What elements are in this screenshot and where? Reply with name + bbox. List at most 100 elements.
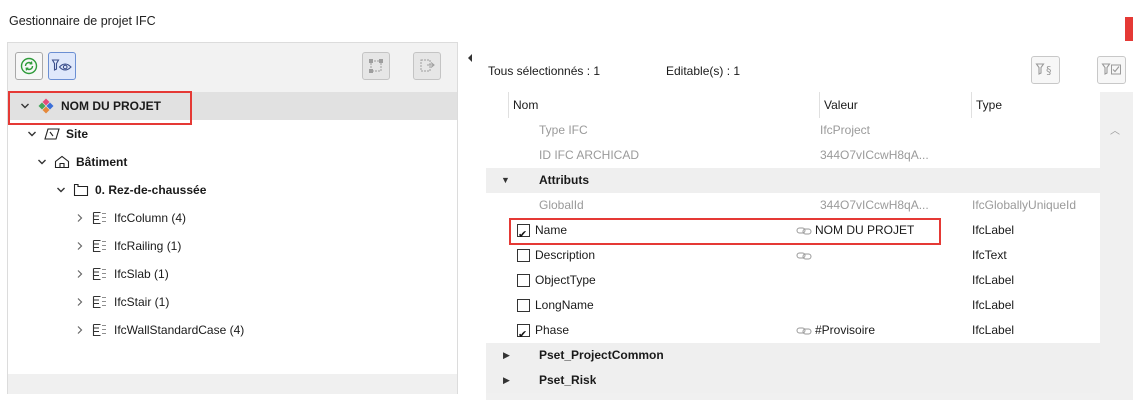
- tree-footer: [8, 374, 457, 394]
- chevron-down-icon[interactable]: [55, 184, 67, 196]
- property-row-description[interactable]: Description IfcText: [486, 243, 1100, 268]
- tree-node-project[interactable]: NOM DU PROJET: [8, 92, 457, 120]
- property-name: ObjectType: [535, 273, 596, 287]
- property-name-wrap: LongName: [517, 293, 594, 318]
- property-name-wrap: ObjectType: [517, 268, 596, 293]
- property-name: GlobalId: [539, 198, 584, 212]
- tree-node-storey[interactable]: 0. Rez-de-chaussée: [8, 176, 457, 204]
- property-row-phase[interactable]: Phase #Provisoire IfcLabel: [486, 318, 1100, 343]
- tree-node-site[interactable]: Site: [8, 120, 457, 148]
- window-title: Gestionnaire de projet IFC: [9, 14, 156, 28]
- tree-node-ifccolumn[interactable]: IfcColumn (4): [8, 204, 457, 232]
- tree-node-ifcwallstandardcase[interactable]: IfcWallStandardCase (4): [8, 316, 457, 344]
- filter-checkbox-icon: [1100, 63, 1121, 75]
- group-row-attributs[interactable]: ▼ Attributs: [486, 168, 1100, 193]
- objecttype-checkbox[interactable]: [517, 274, 530, 288]
- property-row-name[interactable]: Name NOM DU PROJET IfcLabel: [486, 218, 1100, 243]
- element-list-icon: [92, 239, 108, 253]
- filter-view-button[interactable]: [48, 52, 76, 80]
- building-icon: [54, 155, 70, 169]
- property-row-id-ifc-archicad[interactable]: ID IFC ARCHICAD 344O7vICcwH8qA...: [486, 143, 1100, 168]
- group-label: Attributs: [539, 173, 589, 187]
- element-list-icon: [92, 295, 108, 309]
- group-row-pset-projectcommon[interactable]: ▶ Pset_ProjectCommon: [486, 343, 1100, 368]
- chevron-right-icon[interactable]: [74, 240, 86, 252]
- properties-panel: Tous sélectionnés : 1 Editable(s) : 1 § …: [476, 42, 1133, 400]
- properties-grid: Nom Valeur Type Type IFC IfcProject ID I…: [486, 92, 1133, 400]
- property-value: #Provisoire: [815, 323, 876, 337]
- property-row-objecttype[interactable]: ObjectType IfcLabel: [486, 268, 1100, 293]
- chevron-down-icon[interactable]: [26, 128, 38, 140]
- grid-header: Nom Valeur Type: [486, 92, 1100, 118]
- collapse-arrow-icon[interactable]: [468, 54, 472, 62]
- property-value-wrap[interactable]: NOM DU PROJET: [796, 218, 914, 243]
- close-button[interactable]: [1125, 17, 1133, 41]
- property-row-globalid[interactable]: GlobalId 344O7vICcwH8qA... IfcGloballyUn…: [486, 193, 1100, 218]
- tree-label: IfcSlab (1): [114, 267, 169, 281]
- property-row-type-ifc[interactable]: Type IFC IfcProject: [486, 118, 1100, 143]
- scroll-up-icon[interactable]: ︿: [1110, 122, 1120, 137]
- vertical-scrollbar[interactable]: ︿: [1103, 92, 1133, 400]
- triangle-down-icon[interactable]: ▼: [501, 168, 510, 193]
- tree-label: IfcWallStandardCase (4): [114, 323, 245, 337]
- property-name: ID IFC ARCHICAD: [539, 148, 640, 162]
- link-icon: [796, 227, 812, 235]
- link-icon: [796, 327, 812, 335]
- chevron-down-icon[interactable]: [19, 100, 31, 112]
- selected-count: Tous sélectionnés : 1: [488, 64, 601, 78]
- panel-splitter[interactable]: [461, 42, 475, 400]
- group-row-pset-risk[interactable]: ▶ Pset_Risk: [486, 368, 1100, 393]
- property-value: IfcProject: [820, 123, 871, 137]
- name-checkbox[interactable]: [517, 223, 530, 243]
- column-header-type[interactable]: Type: [971, 92, 1101, 118]
- storey-icon: [73, 183, 89, 197]
- triangle-right-icon[interactable]: ▶: [503, 368, 510, 393]
- tree-label: IfcColumn (4): [114, 211, 187, 225]
- property-name-wrap: Description: [517, 243, 595, 268]
- longname-checkbox[interactable]: [517, 299, 530, 313]
- chevron-right-icon[interactable]: [74, 324, 86, 336]
- column-header-nom[interactable]: Nom: [508, 92, 819, 118]
- property-type: IfcLabel: [972, 273, 1015, 287]
- title-bar: Gestionnaire de projet IFC: [0, 0, 1133, 42]
- export-icon: [420, 59, 435, 72]
- properties-toolbar: Tous sélectionnés : 1 Editable(s) : 1 §: [476, 42, 1133, 90]
- chevron-down-icon[interactable]: [36, 156, 48, 168]
- description-checkbox[interactable]: [517, 249, 530, 263]
- property-value-wrap[interactable]: #Provisoire: [796, 318, 875, 343]
- fit-selection-button[interactable]: [362, 52, 390, 80]
- tree-node-building[interactable]: Bâtiment: [8, 148, 457, 176]
- group-label: Pset_ProjectCommon: [539, 348, 664, 362]
- property-row-longname[interactable]: LongName IfcLabel: [486, 293, 1100, 318]
- editable-count: Editable(s) : 1: [666, 64, 741, 78]
- property-type: IfcLabel: [972, 298, 1015, 312]
- refresh-button[interactable]: [15, 52, 43, 80]
- filter-paragraph-icon: §: [1034, 63, 1051, 77]
- project-icon: [37, 97, 55, 115]
- property-value-wrap[interactable]: [796, 243, 815, 268]
- property-name-wrap: Name: [517, 218, 567, 243]
- triangle-right-icon[interactable]: ▶: [503, 343, 510, 368]
- chevron-right-icon[interactable]: [74, 296, 86, 308]
- element-list-icon: [92, 267, 108, 281]
- tree-node-ifcslab[interactable]: IfcSlab (1): [8, 260, 457, 288]
- export-selection-button[interactable]: [413, 52, 441, 80]
- property-value: 344O7vICcwH8qA...: [820, 148, 929, 162]
- property-name: Type IFC: [539, 123, 588, 137]
- property-name-wrap: Phase: [517, 318, 569, 343]
- property-value: NOM DU PROJET: [815, 223, 915, 237]
- tree-node-ifcrailing[interactable]: IfcRailing (1): [8, 232, 457, 260]
- property-name: Phase: [535, 323, 570, 337]
- property-type: IfcText: [972, 248, 1007, 262]
- phase-checkbox[interactable]: [517, 323, 530, 343]
- tree-label: NOM DU PROJET: [61, 99, 162, 113]
- column-header-valeur[interactable]: Valeur: [819, 92, 971, 118]
- filter-rules-button[interactable]: §: [1031, 56, 1060, 84]
- group-label: Pset_Risk: [539, 373, 597, 387]
- property-name: Description: [535, 248, 596, 262]
- filter-checked-button[interactable]: [1097, 56, 1126, 84]
- chevron-right-icon[interactable]: [74, 212, 86, 224]
- chevron-right-icon[interactable]: [74, 268, 86, 280]
- link-icon: [796, 252, 812, 260]
- tree-node-ifcstair[interactable]: IfcStair (1): [8, 288, 457, 316]
